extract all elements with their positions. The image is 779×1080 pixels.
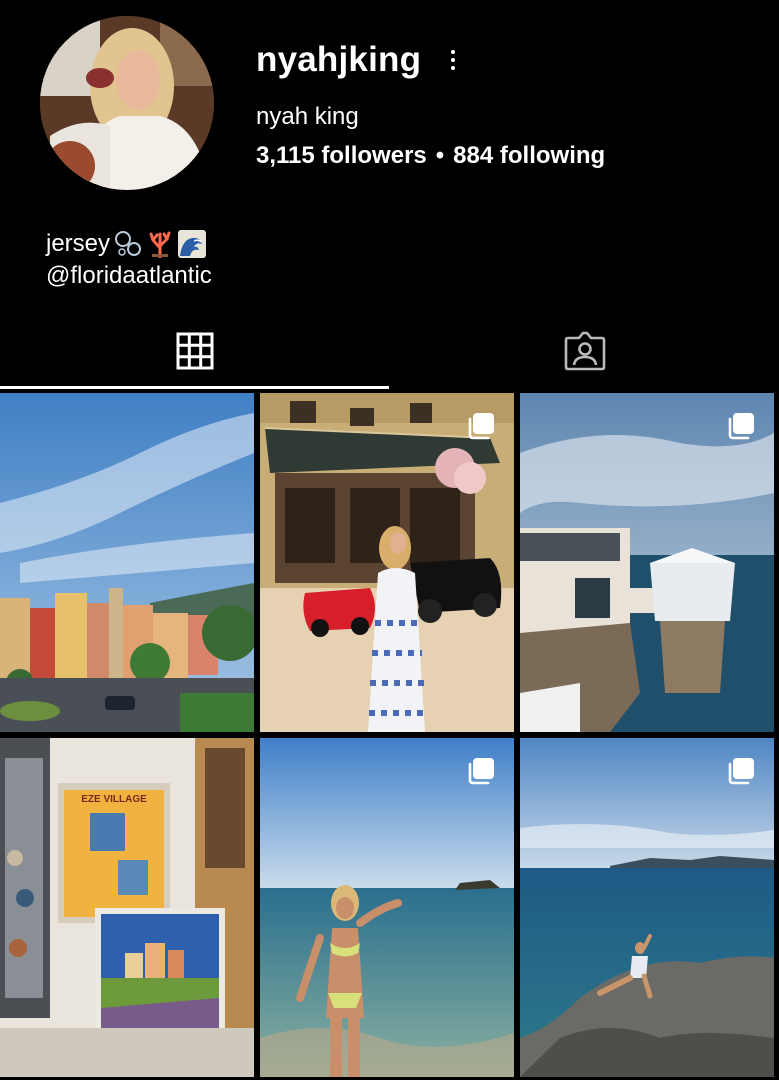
avatar[interactable] xyxy=(40,16,214,190)
multiple-photos-icon xyxy=(728,758,754,785)
post-thumbnail[interactable] xyxy=(0,393,254,732)
posts-grid: EZE VILLAGE xyxy=(0,393,779,1080)
profile-tabs xyxy=(0,316,779,392)
tab-posts-grid[interactable] xyxy=(0,316,389,390)
post-thumbnail[interactable] xyxy=(520,738,774,1077)
poster-title: EZE VILLAGE xyxy=(81,794,147,805)
tagged-person-icon xyxy=(564,331,606,376)
multiple-photos-icon xyxy=(468,758,494,785)
wave-emoji xyxy=(178,230,207,258)
username: nyahjking xyxy=(256,40,422,79)
username-row: nyahjking xyxy=(256,36,463,84)
follow-counts: 3,115 followers • 884 following xyxy=(256,142,605,170)
followers-count[interactable]: 3,115 followers xyxy=(256,142,427,170)
bubbles-emoji xyxy=(114,230,142,258)
bio: jersey @floridaatlantic xyxy=(46,228,212,292)
active-tab-indicator xyxy=(0,386,389,389)
bio-mention-link[interactable]: @floridaatlantic xyxy=(46,260,212,292)
display-name: nyah king xyxy=(256,103,359,130)
tab-tagged[interactable] xyxy=(390,316,779,390)
more-options-icon[interactable] xyxy=(443,45,463,75)
separator-dot: • xyxy=(435,142,445,169)
coral-emoji xyxy=(146,230,174,259)
multiple-photos-icon xyxy=(728,413,754,440)
multiple-photos-icon xyxy=(468,413,494,440)
bio-text: jersey xyxy=(46,230,111,257)
following-count[interactable]: 884 following xyxy=(453,142,605,170)
post-thumbnail[interactable]: EZE VILLAGE xyxy=(0,738,254,1077)
grid-icon xyxy=(176,332,214,375)
post-thumbnail[interactable] xyxy=(260,393,514,732)
post-thumbnail[interactable] xyxy=(520,393,774,732)
post-thumbnail[interactable] xyxy=(260,738,514,1077)
